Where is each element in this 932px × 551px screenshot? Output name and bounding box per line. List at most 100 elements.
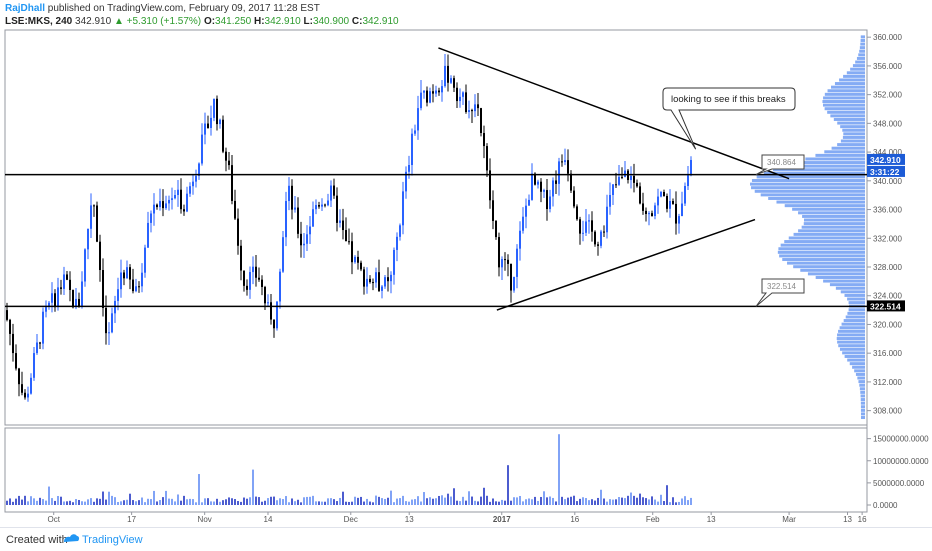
candle-body[interactable]: [579, 219, 581, 234]
candle-body[interactable]: [309, 226, 311, 235]
candle-body[interactable]: [672, 200, 674, 204]
candle-body[interactable]: [540, 181, 542, 192]
candle-body[interactable]: [237, 218, 239, 246]
candle-body[interactable]: [429, 91, 431, 103]
candle-body[interactable]: [390, 274, 392, 282]
candle-body[interactable]: [384, 277, 386, 287]
candle-body[interactable]: [378, 272, 380, 291]
candle-body[interactable]: [507, 259, 509, 264]
candle-body[interactable]: [543, 190, 545, 192]
candle-body[interactable]: [147, 222, 149, 248]
candle-body[interactable]: [399, 225, 401, 237]
candle-body[interactable]: [486, 146, 488, 171]
candle-body[interactable]: [264, 287, 266, 304]
candle-body[interactable]: [555, 180, 557, 184]
candle-body[interactable]: [645, 210, 647, 215]
candle-body[interactable]: [597, 244, 599, 246]
candle-body[interactable]: [441, 86, 443, 93]
candle-body[interactable]: [567, 160, 569, 174]
candle-body[interactable]: [495, 220, 497, 238]
candle-body[interactable]: [204, 123, 206, 135]
candle-body[interactable]: [36, 342, 38, 354]
candle-body[interactable]: [462, 92, 464, 97]
candle-body[interactable]: [297, 207, 299, 234]
candle-body[interactable]: [546, 190, 548, 210]
candle-body[interactable]: [273, 319, 275, 329]
candle-body[interactable]: [57, 287, 59, 308]
candle-body[interactable]: [582, 232, 584, 234]
candle-body[interactable]: [87, 228, 89, 250]
candle-body[interactable]: [369, 278, 371, 283]
candle-body[interactable]: [105, 307, 107, 334]
candle-body[interactable]: [426, 90, 428, 103]
candle-body[interactable]: [681, 203, 683, 217]
candle-body[interactable]: [162, 201, 164, 209]
candle-body[interactable]: [651, 213, 653, 217]
candle-body[interactable]: [171, 198, 173, 200]
candle-body[interactable]: [666, 195, 668, 209]
candle-body[interactable]: [561, 161, 563, 163]
candle-body[interactable]: [60, 287, 62, 289]
price-chart[interactable]: looking to see if this breaks 340.864 322.…: [0, 0, 932, 527]
candle-body[interactable]: [618, 176, 620, 185]
candle-body[interactable]: [318, 205, 320, 207]
candle-body[interactable]: [219, 119, 221, 125]
candle-body[interactable]: [615, 184, 617, 186]
candle-body[interactable]: [15, 353, 17, 369]
candle-body[interactable]: [531, 173, 533, 200]
candle-body[interactable]: [282, 237, 284, 272]
candle-body[interactable]: [663, 191, 665, 196]
candle-body[interactable]: [477, 104, 479, 109]
tradingview-brand-link[interactable]: TradingView: [82, 534, 143, 546]
candle-body[interactable]: [522, 216, 524, 231]
candle-body[interactable]: [444, 65, 446, 87]
candle-body[interactable]: [513, 276, 515, 291]
candle-body[interactable]: [624, 170, 626, 177]
candle-body[interactable]: [660, 191, 662, 197]
candle-body[interactable]: [174, 194, 176, 199]
candle-body[interactable]: [564, 160, 566, 163]
candle-body[interactable]: [519, 230, 521, 249]
candle-body[interactable]: [51, 293, 53, 303]
candle-body[interactable]: [468, 110, 470, 112]
candle-body[interactable]: [159, 201, 161, 208]
candle-body[interactable]: [414, 130, 416, 134]
candle-body[interactable]: [360, 262, 362, 270]
candle-body[interactable]: [312, 209, 314, 227]
candle-body[interactable]: [573, 190, 575, 207]
candle-body[interactable]: [315, 205, 317, 210]
candle-body[interactable]: [633, 175, 635, 183]
candle-body[interactable]: [9, 319, 11, 334]
candle-body[interactable]: [366, 278, 368, 287]
candle-body[interactable]: [438, 90, 440, 93]
candle-body[interactable]: [435, 90, 437, 94]
candle-body[interactable]: [420, 92, 422, 109]
candle-body[interactable]: [639, 186, 641, 204]
candle-body[interactable]: [39, 342, 41, 344]
candle-body[interactable]: [471, 110, 473, 112]
candle-body[interactable]: [255, 266, 257, 278]
candle-body[interactable]: [585, 221, 587, 233]
candle-body[interactable]: [447, 65, 449, 83]
candle-body[interactable]: [69, 279, 71, 291]
candle-body[interactable]: [6, 310, 8, 320]
candle-body[interactable]: [552, 180, 554, 197]
candle-body[interactable]: [138, 286, 140, 288]
candle-body[interactable]: [267, 302, 269, 304]
candle-body[interactable]: [345, 230, 347, 242]
candle-body[interactable]: [342, 220, 344, 231]
candle-body[interactable]: [570, 173, 572, 191]
candle-body[interactable]: [669, 200, 671, 209]
candle-body[interactable]: [12, 333, 14, 354]
candle-body[interactable]: [630, 175, 632, 181]
candle-body[interactable]: [246, 285, 248, 290]
candle-body[interactable]: [201, 134, 203, 164]
candle-body[interactable]: [690, 159, 692, 176]
candle-body[interactable]: [594, 231, 596, 245]
candle-body[interactable]: [24, 392, 26, 398]
candle-body[interactable]: [117, 289, 119, 301]
candle-body[interactable]: [648, 213, 650, 215]
candle-body[interactable]: [288, 185, 290, 202]
candle-body[interactable]: [516, 248, 518, 277]
candle-body[interactable]: [63, 274, 65, 289]
